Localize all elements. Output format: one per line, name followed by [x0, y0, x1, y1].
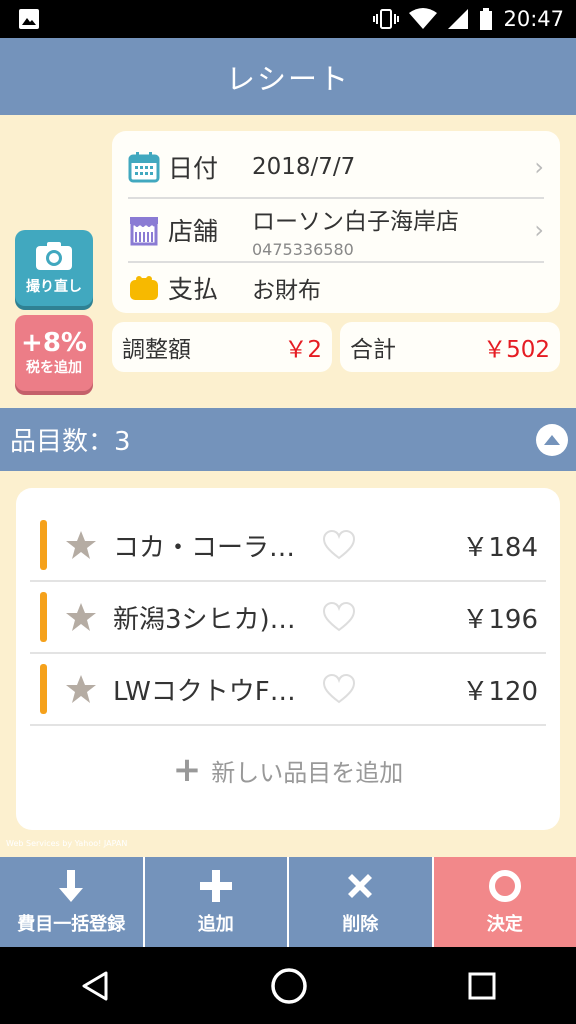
- confirm-button[interactable]: 決定: [433, 857, 576, 947]
- store-name: ローソン白子海岸店: [252, 208, 459, 235]
- circle-icon: [488, 870, 521, 902]
- adjustment-value: ￥2: [284, 337, 322, 363]
- camera-icon: [36, 242, 72, 270]
- payment-row[interactable]: 支払 お財布: [128, 265, 544, 311]
- wallet-icon: [130, 276, 158, 300]
- close-icon: [348, 874, 373, 898]
- adjustment-box[interactable]: 調整額 ￥2: [112, 322, 332, 372]
- payment-value: お財布: [252, 278, 321, 304]
- add-tax-label: 税を追加: [26, 360, 82, 376]
- item-name: コカ・コーラ…: [113, 532, 296, 563]
- confirm-label: 決定: [486, 914, 523, 935]
- total-box[interactable]: 合計 ￥502: [340, 322, 560, 372]
- back-icon[interactable]: [80, 970, 110, 1002]
- page-title: レシート: [225, 61, 350, 96]
- list-item[interactable]: コカ・コーラ… ￥184: [30, 510, 546, 582]
- add-button[interactable]: 追加: [144, 857, 289, 947]
- list-item[interactable]: LWコクトウF… ￥120: [30, 654, 546, 726]
- calendar-icon: [128, 152, 160, 183]
- retake-button[interactable]: 撮り直し: [15, 230, 93, 306]
- items-area: コカ・コーラ… ￥184 新潟3シヒカ)… ￥196 LWコクトウF… ￥120…: [0, 471, 576, 857]
- item-price: ￥196: [462, 604, 538, 635]
- store-icon: [130, 217, 158, 246]
- heart-icon[interactable]: [323, 530, 355, 560]
- category-bar: [40, 664, 47, 714]
- divider: [128, 197, 544, 199]
- star-icon[interactable]: [65, 529, 97, 561]
- signal-icon: [448, 9, 469, 29]
- chevron-right-icon: ›: [534, 153, 544, 181]
- home-icon[interactable]: [270, 967, 308, 1005]
- image-notification-icon: [19, 9, 39, 29]
- category-bar: [40, 520, 47, 570]
- star-icon[interactable]: [65, 601, 97, 633]
- total-value: ￥502: [483, 337, 550, 363]
- recents-icon[interactable]: [468, 972, 496, 1000]
- heart-icon[interactable]: [323, 602, 355, 632]
- items-header: 品目数：3: [0, 408, 576, 471]
- add-label: 追加: [197, 914, 234, 935]
- plus-icon: +: [172, 750, 202, 790]
- delete-button[interactable]: 削除: [289, 857, 434, 947]
- collapse-button[interactable]: [536, 423, 568, 456]
- arrow-down-icon: [59, 870, 84, 902]
- items-card: コカ・コーラ… ￥184 新潟3シヒカ)… ￥196 LWコクトウF… ￥120…: [16, 488, 560, 830]
- status-bar: 20:47: [0, 0, 576, 38]
- add-tax-button[interactable]: +8% 税を追加: [15, 315, 93, 391]
- payment-key: 支払: [168, 275, 219, 304]
- plus-icon: [199, 870, 232, 902]
- app-bar: レシート: [0, 38, 576, 115]
- list-item[interactable]: 新潟3シヒカ)… ￥196: [30, 582, 546, 654]
- bottom-toolbar: 費目一括登録 追加 削除 決定: [0, 857, 576, 947]
- delete-label: 削除: [342, 914, 379, 935]
- item-name: LWコクトウF…: [113, 676, 296, 707]
- wifi-icon: [409, 8, 438, 29]
- store-row[interactable]: 店舗 ローソン白子海岸店 0475336580 ›: [128, 201, 544, 259]
- vibrate-icon: [373, 9, 400, 29]
- adjustment-key: 調整額: [122, 337, 191, 363]
- divider: [128, 261, 544, 263]
- retake-label: 撮り直し: [26, 279, 82, 295]
- tax-rate-label: +8%: [21, 328, 87, 358]
- chevron-up-icon: [544, 434, 560, 445]
- credit-link[interactable]: Web Services by Yahoo! JAPAN: [6, 839, 127, 848]
- date-row[interactable]: 日付 2018/7/7 ›: [128, 141, 544, 193]
- chevron-right-icon: ›: [534, 216, 544, 244]
- item-name: 新潟3シヒカ)…: [113, 604, 296, 635]
- bulk-register-button[interactable]: 費目一括登録: [0, 857, 145, 947]
- store-phone: 0475336580: [252, 239, 354, 259]
- total-key: 合計: [350, 337, 396, 363]
- store-key: 店舗: [168, 217, 219, 246]
- date-value: 2018/7/7: [252, 154, 356, 180]
- item-count: 品目数：3: [10, 427, 131, 457]
- item-price: ￥184: [462, 532, 538, 563]
- category-bar: [40, 592, 47, 642]
- heart-icon[interactable]: [323, 674, 355, 704]
- receipt-info-card: 日付 2018/7/7 › 店舗 ローソン白子海岸店 0475336580 ›: [112, 131, 560, 313]
- date-key: 日付: [168, 154, 219, 183]
- item-price: ￥120: [462, 676, 538, 707]
- add-item-button[interactable]: + 新しい品目を追加: [16, 750, 560, 790]
- navigation-bar: [0, 947, 576, 1024]
- star-icon[interactable]: [65, 673, 97, 705]
- add-item-label: 新しい品目を追加: [211, 758, 404, 787]
- bulk-register-label: 費目一括登録: [17, 914, 126, 935]
- receipt-area: 撮り直し +8% 税を追加 日付 2018/7/7 › 店舗 ローソン白子海岸店…: [0, 115, 576, 407]
- battery-icon: [480, 8, 493, 30]
- clock: 20:47: [503, 7, 564, 31]
